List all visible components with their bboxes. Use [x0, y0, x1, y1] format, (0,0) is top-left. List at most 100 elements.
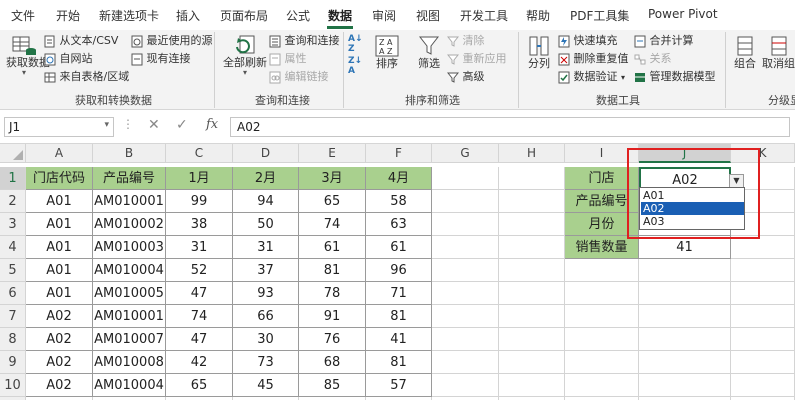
ungroup-button[interactable]: 取消组合	[762, 35, 795, 89]
tab-data[interactable]: 数据	[328, 7, 352, 24]
empty-cell[interactable]	[731, 374, 795, 397]
column-header-B[interactable]: B	[93, 144, 166, 163]
table-cell[interactable]: A02	[26, 374, 93, 397]
tab-help[interactable]: 帮助	[526, 7, 550, 24]
table-cell[interactable]: 68	[299, 351, 366, 374]
table-cell[interactable]: 96	[366, 259, 432, 282]
table-cell[interactable]: 61	[299, 236, 366, 259]
table-cell[interactable]: 30	[233, 328, 299, 351]
chevron-down-icon[interactable]: ▾	[104, 120, 109, 130]
table-cell[interactable]: A02	[26, 351, 93, 374]
relationships-button[interactable]: 关系	[634, 50, 672, 66]
table-cell[interactable]: 41	[366, 328, 432, 351]
empty-cell[interactable]	[432, 374, 499, 397]
lookup-value[interactable]: 41	[639, 236, 731, 259]
empty-cell[interactable]	[731, 282, 795, 305]
empty-cell[interactable]	[639, 328, 731, 351]
table-cell[interactable]: AM010001	[93, 305, 166, 328]
table-cell[interactable]: 66	[233, 305, 299, 328]
empty-cell[interactable]	[432, 236, 499, 259]
formula-input[interactable]: A02	[230, 117, 790, 137]
from-table-button[interactable]: 来自表格/区域	[44, 68, 129, 84]
table-cell[interactable]: AM010008	[93, 351, 166, 374]
empty-cell[interactable]	[499, 282, 565, 305]
table-cell[interactable]: 99	[166, 190, 233, 213]
name-box[interactable]: J1 ▾	[4, 117, 114, 137]
table-cell[interactable]: 47	[166, 328, 233, 351]
recent-sources-button[interactable]: 最近使用的源	[131, 32, 213, 48]
empty-cell[interactable]	[499, 190, 565, 213]
row-header-10[interactable]: 10	[0, 374, 26, 397]
column-header-E[interactable]: E	[299, 144, 366, 163]
from-text-csv-button[interactable]: 从文本/CSV	[44, 32, 118, 48]
cancel-icon[interactable]: ✕	[148, 117, 160, 133]
table-cell[interactable]: 38	[166, 213, 233, 236]
table-header-cell[interactable]: 2月	[233, 167, 299, 190]
existing-connections-button[interactable]: 现有连接	[131, 50, 191, 66]
table-cell[interactable]: 76	[299, 328, 366, 351]
empty-cell[interactable]	[565, 351, 639, 374]
table-header-cell[interactable]: 1月	[166, 167, 233, 190]
tab-view[interactable]: 视图	[416, 7, 440, 24]
sort-az-buttons[interactable]: A↓ Z Z↓ A	[348, 34, 368, 76]
table-cell[interactable]: 94	[233, 190, 299, 213]
sort-ascending-icon[interactable]: A↓ Z	[348, 34, 368, 54]
column-header-D[interactable]: D	[233, 144, 299, 163]
table-cell[interactable]: AM010003	[93, 236, 166, 259]
table-cell[interactable]: AM010005	[93, 282, 166, 305]
table-cell[interactable]: A01	[26, 282, 93, 305]
table-cell[interactable]: 31	[166, 236, 233, 259]
table-cell[interactable]: 47	[166, 282, 233, 305]
empty-cell[interactable]	[499, 236, 565, 259]
table-cell[interactable]: 31	[233, 236, 299, 259]
refresh-all-button[interactable]: 全部刷新 ▾	[222, 35, 268, 89]
table-cell[interactable]: A02	[26, 328, 93, 351]
empty-cell[interactable]	[639, 282, 731, 305]
tab-file[interactable]: 文件	[11, 7, 35, 24]
column-header-A[interactable]: A	[26, 144, 93, 163]
clear-filter-button[interactable]: 清除	[447, 32, 485, 48]
table-cell[interactable]: 37	[233, 259, 299, 282]
empty-cell[interactable]	[639, 374, 731, 397]
tab-power-pivot[interactable]: Power Pivot	[648, 7, 718, 21]
reapply-filter-button[interactable]: 重新应用	[447, 50, 507, 66]
empty-cell[interactable]	[432, 213, 499, 236]
row-header-6[interactable]: 6	[0, 282, 26, 305]
tab-insert[interactable]: 插入	[176, 7, 200, 24]
text-to-columns-button[interactable]: 分列	[524, 35, 554, 89]
row-header-3[interactable]: 3	[0, 213, 26, 236]
empty-cell[interactable]	[432, 167, 499, 190]
table-cell[interactable]: AM010007	[93, 328, 166, 351]
tab-formulas[interactable]: 公式	[286, 7, 310, 24]
data-validation-button[interactable]: 数据验证 ▾	[558, 68, 625, 84]
table-header-cell[interactable]: 4月	[366, 167, 432, 190]
group-button[interactable]: 组合	[730, 35, 760, 89]
empty-cell[interactable]	[731, 328, 795, 351]
empty-cell[interactable]	[499, 259, 565, 282]
insert-function-icon[interactable]: fx	[206, 117, 218, 132]
row-header-7[interactable]: 7	[0, 305, 26, 328]
table-cell[interactable]: AM010004	[93, 259, 166, 282]
more-options-icon[interactable]: ⋮	[122, 117, 134, 131]
tab-page-layout[interactable]: 页面布局	[220, 7, 268, 24]
select-all-corner[interactable]	[0, 144, 26, 163]
column-header-H[interactable]: H	[499, 144, 565, 163]
table-cell[interactable]: 63	[366, 213, 432, 236]
table-cell[interactable]: 93	[233, 282, 299, 305]
table-cell[interactable]: A02	[26, 305, 93, 328]
queries-connections-button[interactable]: 查询和连接	[269, 32, 340, 48]
empty-cell[interactable]	[499, 305, 565, 328]
table-cell[interactable]: 81	[366, 351, 432, 374]
empty-cell[interactable]	[432, 328, 499, 351]
table-cell[interactable]: 91	[299, 305, 366, 328]
empty-cell[interactable]	[731, 305, 795, 328]
row-header-5[interactable]: 5	[0, 259, 26, 282]
table-cell[interactable]: 73	[233, 351, 299, 374]
empty-cell[interactable]	[731, 259, 795, 282]
sort-button[interactable]: Z A A Z 排序	[372, 35, 402, 89]
empty-cell[interactable]	[432, 190, 499, 213]
empty-cell[interactable]	[432, 351, 499, 374]
empty-cell[interactable]	[499, 213, 565, 236]
empty-cell[interactable]	[565, 374, 639, 397]
table-cell[interactable]: 50	[233, 213, 299, 236]
